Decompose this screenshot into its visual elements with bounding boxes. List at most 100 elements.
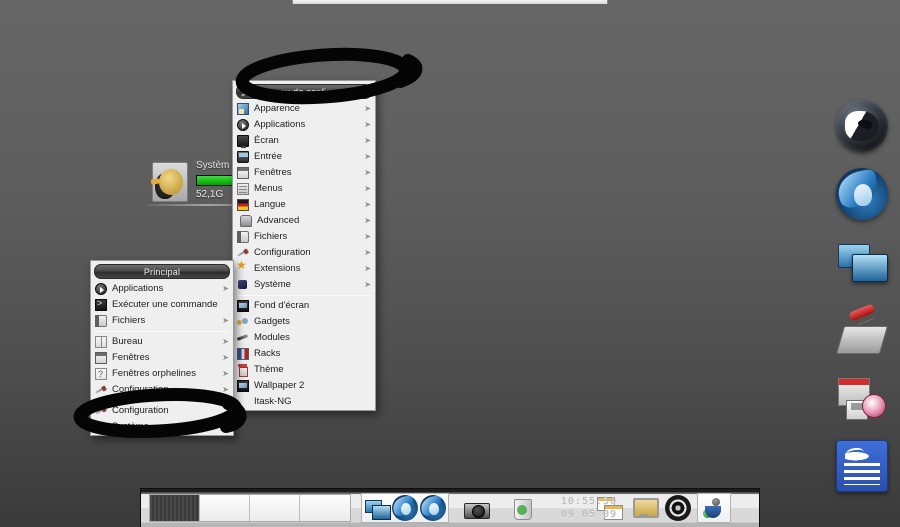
task-list[interactable] xyxy=(361,493,449,523)
chevron-right-icon: ➤ xyxy=(222,316,229,325)
menu-item-modules[interactable]: Modules xyxy=(233,330,375,346)
menu-item-configuration[interactable]: Configuration ➤ xyxy=(91,382,233,398)
trash-icon[interactable] xyxy=(509,495,535,521)
iris-browser-task-icon-2[interactable] xyxy=(420,495,446,521)
menu-item-configuration[interactable]: Configuration xyxy=(91,403,233,419)
bottom-shelf[interactable] xyxy=(140,488,760,527)
menu-item-applications[interactable]: Applications ➤ xyxy=(233,117,375,133)
camera-icon[interactable] xyxy=(463,495,490,521)
menu-separator xyxy=(95,331,229,332)
menus-icon xyxy=(237,183,249,195)
menu-item-applications[interactable]: Applications ➤ xyxy=(91,281,233,297)
chevron-right-icon: ➤ xyxy=(222,369,229,378)
menu-item-apparence[interactable]: Apparence ➤ xyxy=(233,101,375,117)
chevron-right-icon: ➤ xyxy=(364,120,371,129)
modules-icon xyxy=(237,332,249,344)
config-menu-group-1: Apparence ➤ Applications ➤ Écran ➤ Entrée ➤ Fenê… xyxy=(233,101,375,293)
thunderbird-icon[interactable] xyxy=(836,168,888,220)
speaker-icon[interactable] xyxy=(665,495,691,521)
config-panel-menu[interactable]: Panneau de configuration Apparence ➤ Appli… xyxy=(232,80,376,411)
hard-disk-penguin-icon xyxy=(150,162,188,202)
screens-task-icon[interactable] xyxy=(364,495,391,521)
pager-desktop-1[interactable] xyxy=(150,495,200,521)
config-panel-menu-title: Panneau de configuration xyxy=(236,84,372,99)
menu-item-label: Exécuter une commande xyxy=(112,299,218,310)
menu-item-fen-tres[interactable]: Fenêtres ➤ xyxy=(233,165,375,181)
menu-item-label: Menus xyxy=(254,183,283,194)
chevron-right-icon: ➤ xyxy=(364,216,371,225)
chevron-right-icon: ➤ xyxy=(222,422,229,431)
desktop-pager[interactable] xyxy=(149,494,351,522)
menu-item-configuration[interactable]: Configuration ➤ xyxy=(233,245,375,261)
menu-item-extensions[interactable]: Extensions ➤ xyxy=(233,259,375,277)
penguin-beak-icon xyxy=(150,178,161,185)
chevron-right-icon: ➤ xyxy=(364,152,371,161)
menu-item-advanced[interactable]: Advanced ➤ xyxy=(233,213,375,229)
menu-item-label: Configuration xyxy=(112,405,169,416)
wallpaper-icon xyxy=(237,300,249,312)
menu-item-ex-cuter-une-commande[interactable]: Exécuter une commande xyxy=(91,297,233,313)
menu-item-label: Fichiers xyxy=(254,231,288,242)
chevron-right-icon: ➤ xyxy=(364,168,371,177)
penguin-body-icon xyxy=(155,173,175,199)
main-menu-title: Principal xyxy=(94,264,230,279)
menu-item-label: Configuration xyxy=(254,247,311,258)
chevron-right-icon: ➤ xyxy=(364,232,371,241)
floppy-icon xyxy=(846,400,868,420)
menu-item-syst-me[interactable]: Système ➤ xyxy=(91,419,233,435)
menu-item-gadgets[interactable]: Gadgets xyxy=(233,314,375,330)
pager-desktop-3[interactable] xyxy=(250,495,300,521)
right-icon-dock[interactable] xyxy=(832,100,892,508)
menu-item-label: Applications xyxy=(254,119,306,130)
chevron-right-icon: ➤ xyxy=(364,184,371,193)
menu-item-syst-me[interactable]: Système ➤ xyxy=(233,277,375,293)
software-media-icon[interactable] xyxy=(836,372,888,424)
main-menu-group-3: Configuration Système ➤ xyxy=(91,403,233,435)
menu-item-label: Entrée xyxy=(254,151,282,162)
menu-item-bureau[interactable]: Bureau ➤ xyxy=(91,334,233,350)
menu-item-label: Gadgets xyxy=(254,316,290,327)
menu-item-label: Extensions xyxy=(254,263,301,274)
menu-item-entr-e[interactable]: Entrée ➤ xyxy=(233,149,375,165)
input-icon xyxy=(237,151,249,163)
menu-item-langue[interactable]: Langue ➤ xyxy=(233,197,375,213)
clock-gadget[interactable]: 10:55:30 09 05 09 xyxy=(558,493,620,523)
menu-item-th-me[interactable]: Thème xyxy=(233,362,375,378)
menu-item-fichiers[interactable]: Fichiers ➤ xyxy=(233,229,375,245)
menu-item-itask-ng[interactable]: Itask-NG xyxy=(233,394,375,410)
menu-item-cran[interactable]: Écran ➤ xyxy=(233,133,375,149)
menu-item-fen-tres-orphelines[interactable]: Fenêtres orphelines ➤ xyxy=(91,366,233,382)
document-editor-icon[interactable] xyxy=(836,440,888,492)
menu-item-label: Configuration xyxy=(112,384,169,395)
main-menu[interactable]: Principal Applications ➤ Exécuter une comm… xyxy=(90,260,234,436)
document-lines-icon xyxy=(844,463,880,485)
tools-icon[interactable] xyxy=(836,304,888,356)
menu-item-label: Langue xyxy=(254,199,286,210)
advanced-icon xyxy=(240,215,252,227)
menu-item-menus[interactable]: Menus ➤ xyxy=(233,181,375,197)
connman-icon[interactable] xyxy=(701,495,727,521)
menu-item-fen-tres[interactable]: Fenêtres ➤ xyxy=(91,350,233,366)
theme-icon xyxy=(237,364,249,377)
config-panel-menu-title-label: Panneau de configuration xyxy=(253,87,361,97)
menu-item-label: Fichiers xyxy=(112,315,146,326)
wolf-browser-icon[interactable] xyxy=(836,100,888,152)
monitor-icon[interactable] xyxy=(631,495,659,521)
menu-item-label: Système xyxy=(112,421,149,432)
connman-box[interactable] xyxy=(697,493,731,523)
pager-desktop-2[interactable] xyxy=(200,495,250,521)
screens-icon[interactable] xyxy=(836,236,888,288)
star-icon xyxy=(236,259,249,275)
menu-item-racks[interactable]: Racks xyxy=(233,346,375,362)
chevron-right-icon: ➤ xyxy=(364,264,371,273)
pager-desktop-4[interactable] xyxy=(300,495,350,521)
wrench-icon xyxy=(95,384,107,396)
iris-browser-task-icon[interactable] xyxy=(392,495,418,521)
main-menu-group-1: Applications ➤ Exécuter une commande Fichie… xyxy=(91,281,233,329)
window-top-sliver xyxy=(292,0,608,4)
menu-item-wallpaper-2[interactable]: Wallpaper 2 xyxy=(233,378,375,394)
menu-item-fichiers[interactable]: Fichiers ➤ xyxy=(91,313,233,329)
chevron-right-icon: ➤ xyxy=(364,248,371,257)
menu-item-fond-d-cran[interactable]: Fond d'écran xyxy=(233,298,375,314)
menu-item-label: Fenêtres xyxy=(112,352,150,363)
